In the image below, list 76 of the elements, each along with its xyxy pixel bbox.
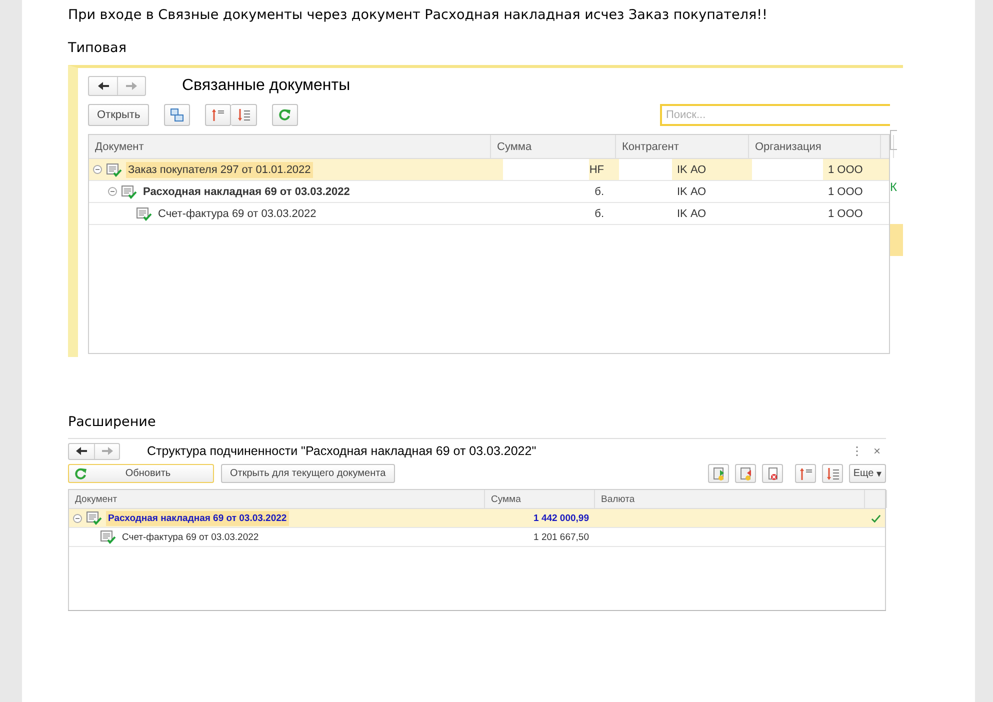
sort-descending-icon — [236, 108, 251, 122]
table-cell-text: IK АО — [676, 186, 706, 198]
sort-descending-button[interactable] — [822, 464, 843, 483]
back-arrow-icon — [96, 80, 110, 92]
table-cell-text: 1 ООО — [827, 164, 863, 176]
document-delete-button[interactable] — [762, 464, 783, 483]
collapse-icon[interactable] — [73, 514, 82, 522]
sort-ascending-button[interactable] — [795, 464, 816, 483]
table-cell: 1 201 667,50 — [534, 532, 589, 542]
more-button[interactable]: Еще ▾ — [849, 464, 886, 483]
redaction-block — [619, 159, 672, 180]
redaction-block — [752, 159, 823, 180]
form-title: Связанные документы — [182, 77, 350, 95]
table-row[interactable]: Счет-фактура 69 от 03.03.2022 1 201 667,50 — [69, 528, 885, 547]
section-label: Типовая — [68, 39, 128, 57]
refresh-button[interactable]: Обновить — [68, 464, 214, 483]
document-arrow-button[interactable] — [708, 464, 729, 483]
refresh-icon — [74, 466, 88, 480]
document-icon — [121, 184, 137, 198]
more-options-button[interactable]: ⋮ — [848, 444, 866, 458]
table-row[interactable]: Счет-фактура 69 от 03.03.2022 б. IK АО 1 ООО — [89, 203, 889, 225]
table-cell-text: 1 ООО — [827, 208, 863, 220]
heading-text: При входе в Связные документы через документ Расходная накладная исчез Заказ покупателя!! — [68, 6, 768, 24]
document-icon — [106, 162, 122, 176]
table-cell: 1 442 000,99 — [534, 512, 589, 524]
search-field[interactable]: Поиск... — [660, 104, 890, 126]
forward-arrow-icon — [100, 445, 114, 457]
structure-button[interactable] — [164, 104, 190, 126]
collapse-icon[interactable] — [93, 165, 102, 174]
table-cell-text: IK АО — [676, 164, 706, 176]
caret-icon: ▾ — [876, 468, 882, 480]
side-label: К — [890, 180, 898, 194]
sort-ascending-button[interactable] — [205, 104, 232, 126]
column-header[interactable]: Организация — [749, 135, 881, 158]
table-cell: HF — [589, 164, 604, 176]
refresh-button[interactable] — [272, 104, 298, 126]
sort-descending-icon — [826, 466, 840, 480]
section-label: Расширение — [68, 413, 157, 431]
table-cell: б. — [594, 186, 604, 198]
document-name[interactable]: Расходная накладная 69 от 03.03.2022 — [106, 510, 289, 526]
back-arrow-icon — [74, 445, 89, 457]
document-delete-icon — [766, 466, 780, 480]
structure-icon — [170, 108, 184, 122]
column-header[interactable]: Сумма — [485, 490, 595, 508]
document-return-button[interactable] — [735, 464, 756, 483]
sort-ascending-icon — [798, 466, 812, 480]
column-header[interactable]: Валюта — [595, 490, 865, 508]
form-title: Структура подчиненности "Расходная накладная 69 от 03.03.2022" — [147, 444, 536, 458]
column-header[interactable]: Контрагент — [616, 135, 749, 158]
table-row[interactable]: Расходная накладная 69 от 03.03.2022 б. IK АО 1 ООО — [89, 181, 889, 203]
column-header[interactable]: Документ — [89, 135, 491, 158]
document-name[interactable]: Заказ покупателя 297 от 01.01.2022 — [126, 162, 313, 178]
field-edge[interactable] — [890, 130, 897, 150]
table-cell-text: IK АО — [676, 208, 706, 220]
sort-ascending-icon — [211, 108, 226, 122]
highlight-block — [890, 224, 903, 256]
refresh-icon — [278, 108, 292, 122]
close-button[interactable]: × — [868, 444, 886, 458]
document-name[interactable]: Счет-фактура 69 от 03.03.2022 — [156, 206, 318, 222]
open-button[interactable]: Открыть — [88, 104, 150, 126]
sort-descending-button[interactable] — [231, 104, 258, 126]
document-icon — [136, 206, 152, 220]
open-current-button[interactable]: Открыть для текущего документа — [221, 464, 395, 483]
document-name[interactable]: Счет-фактура 69 от 03.03.2022 — [120, 530, 261, 544]
selected-row[interactable]: Заказ покупателя 297 от 01.01.2022 HF IK АО 1 ООО — [89, 159, 889, 181]
document-icon — [100, 530, 116, 544]
column-header[interactable]: Документ — [69, 490, 485, 508]
selected-row[interactable]: Расходная накладная 69 от 03.03.2022 1 442 000,99 — [69, 509, 885, 528]
document-name[interactable]: Расходная накладная 69 от 03.03.2022 — [141, 184, 352, 200]
forward-arrow-icon — [124, 80, 139, 92]
document-return-icon — [738, 466, 752, 480]
document-icon — [86, 511, 102, 525]
table-cell-text: 1 ООО — [827, 186, 863, 198]
column-header[interactable]: Сумма — [491, 135, 616, 158]
collapse-icon[interactable] — [108, 187, 117, 196]
table-cell: б. — [594, 208, 604, 220]
